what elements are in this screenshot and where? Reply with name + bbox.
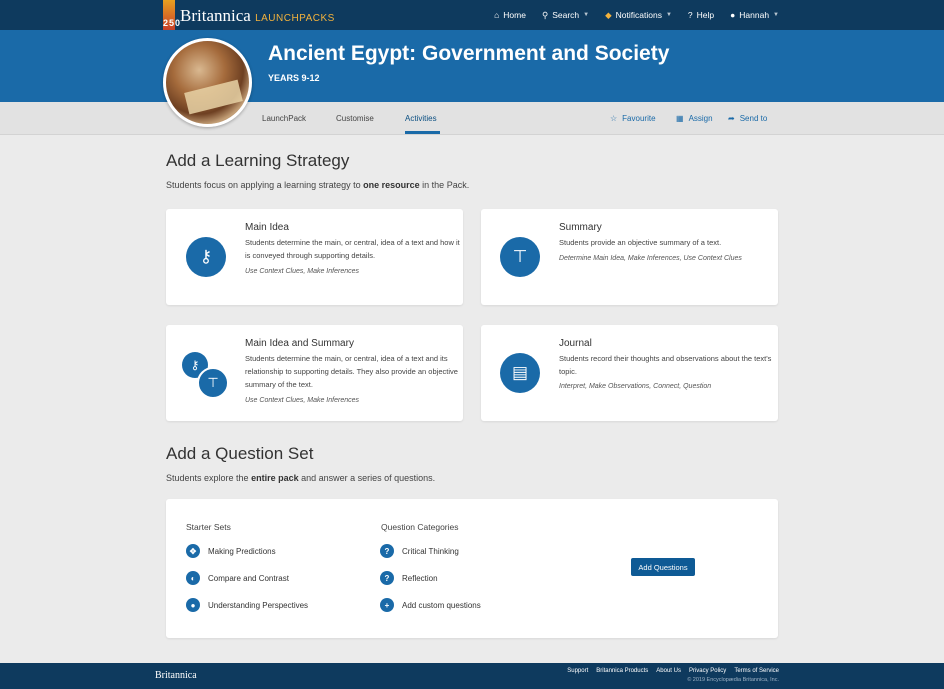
page-title: Ancient Egypt: Government and Society bbox=[268, 42, 670, 65]
strategy-card-title: Main Idea and Summary bbox=[245, 338, 354, 349]
tab-activities[interactable]: Activities bbox=[405, 114, 437, 123]
starter-set-item[interactable]: ✥ Making Predictions bbox=[186, 544, 276, 558]
journal-book-icon: ▤ bbox=[500, 353, 540, 393]
brand-logo[interactable]: Britannica LAUNCHPACKS bbox=[180, 6, 335, 26]
question-mark-icon: ? bbox=[380, 571, 394, 585]
logo-anniversary-number: 250 bbox=[163, 18, 182, 28]
star-icon: ☆ bbox=[610, 114, 618, 123]
footer-link-privacy[interactable]: Privacy Policy bbox=[689, 668, 726, 674]
nav-user-label: Hannah bbox=[739, 10, 770, 20]
starter-set-item[interactable]: ◐ Compare and Contrast bbox=[186, 571, 289, 585]
send-to-button[interactable]: ➦ Send to bbox=[728, 114, 767, 123]
strategy-card-description: Students provide an objective summary of… bbox=[559, 238, 722, 247]
user-icon: ● bbox=[730, 10, 736, 20]
speech-bubbles-icon: ● bbox=[186, 598, 200, 612]
signpost-icon: ⊤ bbox=[197, 367, 229, 399]
contrast-icon: ◐ bbox=[186, 571, 200, 585]
nav-search[interactable]: ⚲ Search ▼ bbox=[542, 10, 589, 21]
key-icon: ⚷ bbox=[186, 237, 226, 277]
starter-set-item[interactable]: ● Understanding Perspectives bbox=[186, 598, 308, 612]
nav-help[interactable]: ? Help bbox=[688, 10, 714, 20]
brand-name: Britannica bbox=[180, 6, 251, 25]
active-tab-indicator bbox=[405, 131, 440, 134]
home-icon: ⌂ bbox=[494, 10, 500, 20]
favourite-button[interactable]: ☆ Favourite bbox=[610, 114, 656, 123]
megaphone-icon: ◆ bbox=[605, 9, 612, 20]
tab-launchpack[interactable]: LaunchPack bbox=[262, 114, 306, 123]
question-category-label: Reflection bbox=[402, 573, 438, 583]
footer-link-terms[interactable]: Terms of Service bbox=[734, 668, 779, 674]
footer-logo[interactable]: Britannica bbox=[155, 670, 197, 681]
question-mark-icon: ? bbox=[380, 544, 394, 558]
question-set-heading: Add a Question Set bbox=[166, 444, 314, 463]
tab-customise[interactable]: Customise bbox=[336, 114, 374, 123]
strategy-card-description: Students determine the main, or central,… bbox=[245, 354, 458, 389]
help-icon: ? bbox=[687, 10, 693, 20]
crosshair-arrows-icon: ✥ bbox=[186, 544, 200, 558]
tab-bar bbox=[0, 102, 944, 135]
assign-label: Assign bbox=[688, 114, 713, 123]
strategy-card-skills: Interpret, Make Observations, Connect, Q… bbox=[559, 383, 712, 390]
add-custom-questions-item[interactable]: + Add custom questions bbox=[380, 598, 481, 612]
question-category-item[interactable]: ? Critical Thinking bbox=[380, 544, 459, 558]
question-categories-heading: Question Categories bbox=[381, 522, 459, 532]
footer bbox=[0, 663, 944, 689]
nav-help-label: Help bbox=[696, 10, 715, 20]
top-nav-links: ⌂ Home ⚲ Search ▼ ◆ Notifications ▼ ? He… bbox=[494, 0, 779, 30]
top-navbar bbox=[0, 0, 944, 30]
starter-set-label: Understanding Perspectives bbox=[208, 600, 309, 610]
starter-sets-heading: Starter Sets bbox=[186, 522, 231, 532]
year-level: YEARS 9-12 bbox=[268, 73, 320, 83]
strategy-card-skills: Use Context Clues, Make Inferences bbox=[245, 268, 359, 275]
chevron-down-icon: ▼ bbox=[773, 12, 779, 18]
footer-links: Support Britannica Products About Us Pri… bbox=[567, 668, 779, 674]
nav-user-menu[interactable]: ● Hannah ▼ bbox=[730, 10, 779, 20]
copyright-text: © 2019 Encyclopædia Britannica, Inc. bbox=[687, 677, 779, 683]
assign-button[interactable]: ▦ Assign bbox=[676, 114, 713, 123]
nav-search-label: Search bbox=[552, 10, 580, 20]
question-category-label: Critical Thinking bbox=[402, 546, 459, 556]
strategy-card-description: Students determine the main, or central,… bbox=[245, 238, 460, 260]
chevron-down-icon: ▼ bbox=[665, 12, 672, 18]
share-arrow-icon: ➦ bbox=[728, 114, 735, 123]
calendar-icon: ▦ bbox=[676, 114, 684, 123]
strategy-card-title: Journal bbox=[559, 338, 592, 349]
strategy-card-title: Main Idea bbox=[245, 222, 289, 233]
nav-notifications-label: Notifications bbox=[615, 10, 662, 20]
footer-link-products[interactable]: Britannica Products bbox=[596, 668, 648, 674]
question-category-item[interactable]: ? Reflection bbox=[380, 571, 438, 585]
pack-banner bbox=[0, 30, 944, 102]
favourite-label: Favourite bbox=[622, 114, 656, 123]
strategy-card-description: Students record their thoughts and obser… bbox=[559, 354, 772, 376]
signpost-icon: ⊤ bbox=[500, 237, 540, 277]
question-set-subtitle: Students explore the entire pack and ans… bbox=[166, 473, 436, 483]
question-category-label: Add custom questions bbox=[402, 600, 481, 610]
strategy-card-skills: Use Context Clues, Make Inferences bbox=[245, 397, 359, 404]
add-questions-button[interactable]: Add Questions bbox=[631, 558, 695, 576]
learning-strategy-subtitle: Students focus on applying a learning st… bbox=[166, 180, 470, 190]
pack-thumbnail-image bbox=[163, 38, 252, 127]
chevron-down-icon: ▼ bbox=[583, 12, 590, 18]
strategy-card-skills: Determine Main Idea, Make Inferences, Us… bbox=[559, 255, 742, 262]
learning-strategy-heading: Add a Learning Strategy bbox=[166, 151, 350, 170]
plus-icon: + bbox=[380, 598, 394, 612]
footer-link-about[interactable]: About Us bbox=[656, 668, 681, 674]
starter-set-label: Compare and Contrast bbox=[208, 573, 289, 583]
nav-home[interactable]: ⌂ Home bbox=[494, 10, 526, 20]
footer-link-support[interactable]: Support bbox=[567, 668, 588, 674]
nav-notifications[interactable]: ◆ Notifications ▼ bbox=[605, 10, 672, 21]
starter-set-label: Making Predictions bbox=[208, 546, 276, 556]
nav-home-label: Home bbox=[503, 10, 526, 20]
search-icon: ⚲ bbox=[541, 9, 549, 20]
strategy-card-title: Summary bbox=[559, 222, 602, 233]
send-to-label: Send to bbox=[739, 114, 768, 123]
product-name: LAUNCHPACKS bbox=[255, 13, 335, 24]
